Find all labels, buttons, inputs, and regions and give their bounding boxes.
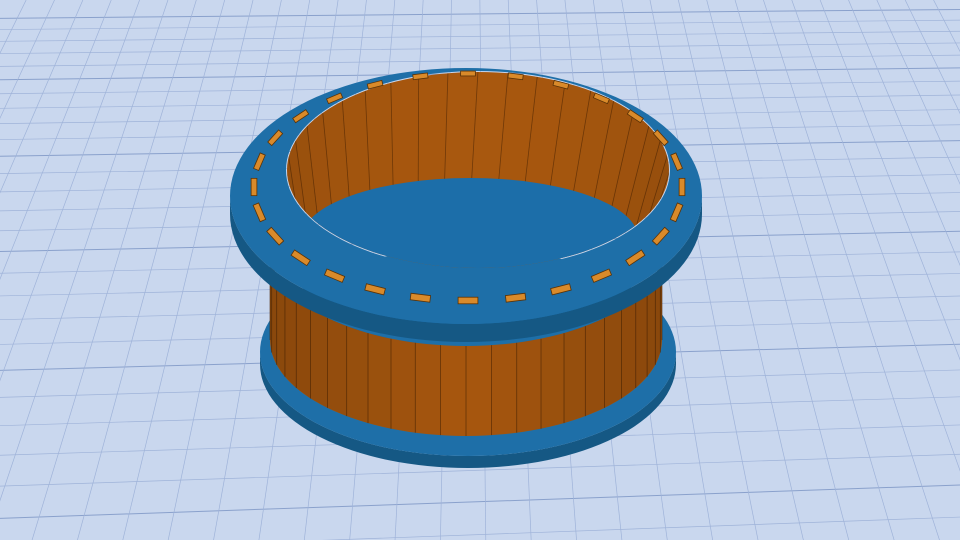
- outer-stave: [492, 343, 517, 435]
- outer-stave: [564, 326, 586, 424]
- outer-stave: [466, 345, 492, 436]
- 3d-viewport[interactable]: [0, 0, 960, 540]
- flange-slot: [678, 177, 686, 197]
- outer-stave: [440, 345, 466, 436]
- flange-slot: [250, 177, 258, 197]
- outer-stave: [296, 298, 311, 399]
- outer-stave: [346, 326, 368, 424]
- outer-stave: [368, 333, 391, 429]
- outer-stave: [541, 333, 564, 429]
- outer-stave: [390, 338, 416, 433]
- outer-stave: [516, 338, 542, 433]
- scene-canvas[interactable]: [0, 0, 960, 540]
- outer-stave: [310, 308, 328, 408]
- outer-stave: [415, 343, 440, 435]
- flange-slot: [457, 296, 479, 305]
- outer-stave: [604, 308, 622, 408]
- outer-stave: [327, 317, 347, 417]
- drum-model[interactable]: [230, 68, 702, 468]
- outer-stave: [621, 298, 636, 399]
- outer-stave: [585, 317, 605, 417]
- flange-slot: [460, 70, 476, 77]
